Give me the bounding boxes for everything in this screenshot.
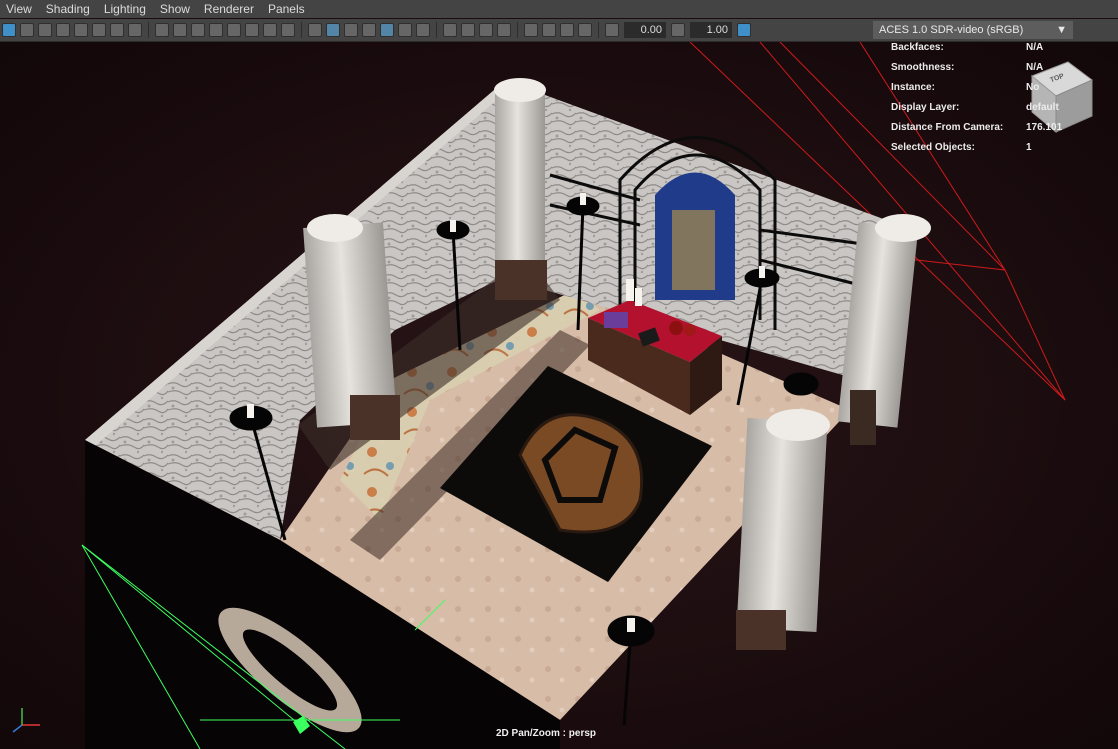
toolbar-divider — [517, 22, 518, 38]
grease-pencil-icon[interactable] — [128, 23, 142, 37]
hud-value: 1 — [1026, 142, 1032, 153]
menu-view[interactable]: View — [0, 0, 40, 18]
anti-aliasing-icon[interactable] — [479, 23, 493, 37]
exposure-field[interactable]: 0.00 — [624, 22, 666, 38]
wireframe-icon[interactable] — [308, 23, 322, 37]
view-transform-value: ACES 1.0 SDR-video (sRGB) — [879, 24, 1024, 36]
hud-row-display-layer: Display Layer: default — [891, 102, 1091, 122]
screen-space-ao-icon[interactable] — [443, 23, 457, 37]
safe-title-icon[interactable] — [281, 23, 295, 37]
toolbar-divider — [301, 22, 302, 38]
hud-row-selected-objects: Selected Objects: 1 — [891, 142, 1091, 162]
exposure-icon[interactable] — [605, 23, 619, 37]
film-icon[interactable] — [191, 23, 205, 37]
bookmark-icon[interactable] — [38, 23, 52, 37]
safe-action-icon[interactable] — [263, 23, 277, 37]
chevron-down-icon: ▼ — [1056, 24, 1067, 36]
select-camera-icon[interactable] — [2, 23, 16, 37]
wireframe-on-shaded-icon[interactable] — [362, 23, 376, 37]
toolbar-divider — [148, 22, 149, 38]
field-chart-icon[interactable] — [245, 23, 259, 37]
gate-mask-icon[interactable] — [227, 23, 241, 37]
maya-viewport-panel: View Shading Lighting Show Renderer Pane… — [0, 0, 1118, 749]
use-all-lights-icon[interactable] — [398, 23, 412, 37]
heads-up-display: Backfaces: N/A Smoothness: N/A Instance:… — [891, 42, 1091, 162]
camera-icon[interactable] — [155, 23, 169, 37]
hud-label: Smoothness: — [891, 62, 955, 73]
lock-camera-icon[interactable] — [92, 23, 106, 37]
menu-lighting[interactable]: Lighting — [98, 0, 154, 18]
hud-row-instance: Instance: No — [891, 82, 1091, 102]
pan-zoom-status: 2D Pan/Zoom : persp — [496, 728, 597, 739]
xray-joints-icon[interactable] — [560, 23, 574, 37]
panel-menubar: View Shading Lighting Show Renderer Pane… — [0, 0, 1118, 18]
motion-blur-icon[interactable] — [461, 23, 475, 37]
depth-of-field-icon[interactable] — [497, 23, 511, 37]
pillar-back-left — [494, 78, 547, 300]
hud-value: N/A — [1026, 42, 1044, 53]
xray-active-icon[interactable] — [578, 23, 592, 37]
hud-value: default — [1026, 102, 1059, 113]
smooth-shade-icon[interactable] — [326, 23, 340, 37]
camera-attributes-icon[interactable] — [20, 23, 34, 37]
pan-zoom-icon[interactable] — [110, 23, 124, 37]
textured-icon[interactable] — [380, 23, 394, 37]
hud-value: N/A — [1026, 62, 1044, 73]
xray-icon[interactable] — [542, 23, 556, 37]
menu-shading[interactable]: Shading — [40, 0, 98, 18]
isolate-select-icon[interactable] — [524, 23, 538, 37]
toolbar-divider — [436, 22, 437, 38]
view-transform-dropdown[interactable]: ACES 1.0 SDR-video (sRGB) ▼ — [873, 21, 1073, 39]
menu-show[interactable]: Show — [154, 0, 198, 18]
film-gate-icon[interactable] — [74, 23, 88, 37]
hud-label: Instance: — [891, 82, 935, 93]
default-lighting-icon[interactable] — [344, 23, 358, 37]
menu-renderer[interactable]: Renderer — [198, 0, 262, 18]
hud-label: Backfaces: — [891, 42, 944, 53]
menu-panels[interactable]: Panels — [262, 0, 313, 18]
window-figure — [672, 210, 715, 290]
hud-value: No — [1026, 82, 1040, 93]
hud-value: 176.101 — [1026, 122, 1063, 133]
hud-label: Selected Objects: — [891, 142, 975, 153]
image-plane-icon[interactable] — [56, 23, 70, 37]
shadows-icon[interactable] — [416, 23, 430, 37]
gamma-icon[interactable] — [671, 23, 685, 37]
toolbar-divider — [598, 22, 599, 38]
grid-icon[interactable] — [173, 23, 187, 37]
hud-row-backfaces: Backfaces: N/A — [891, 42, 1091, 62]
pillar-front-right — [736, 409, 830, 650]
hud-label: Distance From Camera: — [891, 122, 1004, 133]
gamma-field[interactable]: 1.00 — [690, 22, 732, 38]
hud-label: Display Layer: — [891, 102, 960, 113]
resolution-gate-icon[interactable] — [209, 23, 223, 37]
hud-row-distance: Distance From Camera: 176.101 — [891, 122, 1091, 142]
color-management-icon[interactable] — [737, 23, 751, 37]
hud-row-smoothness: Smoothness: N/A — [891, 62, 1091, 82]
